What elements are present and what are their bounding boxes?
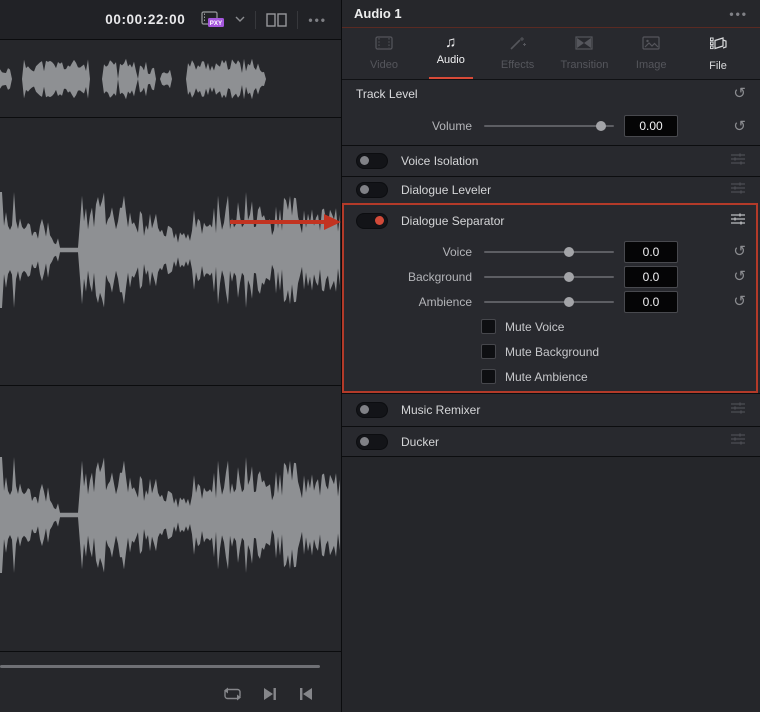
background-param-row: Background 0.0 ↺ <box>342 264 760 289</box>
inspector-panel: Audio 1 ••• Video ♫ Audio Effects Transi… <box>342 0 760 712</box>
reset-ambience-icon[interactable]: ↺ <box>733 294 746 309</box>
waveform-track-2 <box>0 457 340 573</box>
mute-voice-row: Mute Voice <box>342 314 760 339</box>
magic-wand-icon <box>509 36 527 55</box>
reset-voice-icon[interactable]: ↺ <box>733 244 746 259</box>
dialogue-separator-label: Dialogue Separator <box>401 214 505 228</box>
dialogue-leveler-toggle[interactable] <box>356 182 388 198</box>
volume-row: Volume 0.00 ↺ <box>342 107 760 145</box>
voice-label: Voice <box>442 244 472 259</box>
inspector-options-icon[interactable]: ••• <box>729 7 748 21</box>
dialogue-leveler-row: Dialogue Leveler <box>342 177 760 203</box>
dual-viewer-icon[interactable] <box>266 12 288 27</box>
file-clip-icon <box>709 36 727 56</box>
video-icon <box>375 36 393 55</box>
music-note-icon: ♫ <box>445 34 457 51</box>
audio-track-2[interactable] <box>0 386 341 652</box>
tab-file[interactable]: File <box>686 28 750 79</box>
inspector-empty-area <box>342 457 760 710</box>
background-value-field[interactable]: 0.0 <box>624 265 678 288</box>
customize-sliders-icon[interactable] <box>730 432 746 451</box>
reset-section-icon[interactable]: ↺ <box>733 86 746 101</box>
background-label: Background <box>407 269 472 284</box>
timecode-display: 00:00:22:00 <box>105 12 186 27</box>
voice-slider[interactable] <box>484 246 614 258</box>
ducker-toggle[interactable] <box>356 433 388 450</box>
audio-track-1[interactable] <box>0 118 341 386</box>
mute-background-label: Mute Background <box>505 344 600 359</box>
volume-slider[interactable] <box>484 120 614 132</box>
voice-value-field[interactable]: 0.0 <box>624 240 678 263</box>
ambience-value-field[interactable]: 0.0 <box>624 290 678 313</box>
customize-sliders-icon[interactable] <box>730 401 746 420</box>
proxy-label: PXY <box>210 20 223 27</box>
customize-sliders-icon[interactable] <box>730 152 746 171</box>
tab-transition[interactable]: Transition <box>552 28 616 79</box>
track-level-header: Track Level ↺ <box>342 80 760 107</box>
transport-controls <box>0 680 341 712</box>
volume-value-field[interactable]: 0.00 <box>624 115 678 137</box>
mute-voice-checkbox[interactable] <box>481 319 496 334</box>
customize-sliders-icon[interactable] <box>730 181 746 200</box>
scrollbar-thumb[interactable] <box>0 665 320 668</box>
loop-playback-icon[interactable] <box>222 686 242 702</box>
mute-ambience-label: Mute Ambience <box>505 369 588 384</box>
ambience-param-row: Ambience 0.0 ↺ <box>342 289 760 314</box>
toolbar-divider <box>297 10 299 29</box>
timeline-pane: 00:00:22:00 PXY ••• <box>0 0 342 712</box>
dialogue-separator-section: Dialogue Separator Voice 0.0 ↺ Backgroun… <box>342 203 760 393</box>
voice-param-row: Voice 0.0 ↺ <box>342 239 760 264</box>
music-remixer-label: Music Remixer <box>401 403 481 417</box>
voice-isolation-toggle[interactable] <box>356 153 388 169</box>
inspector-header: Audio 1 ••• <box>342 0 760 28</box>
mute-background-checkbox[interactable] <box>481 344 496 359</box>
transition-icon <box>575 36 593 55</box>
waveform-compact <box>0 58 340 100</box>
ambience-slider[interactable] <box>484 296 614 308</box>
annotation-arrow <box>230 214 341 230</box>
mute-ambience-row: Mute Ambience <box>342 364 760 389</box>
waveform-track-1 <box>0 192 340 308</box>
toolbar-divider <box>255 10 257 29</box>
viewer-toolbar: 00:00:22:00 PXY ••• <box>0 0 341 40</box>
viewer-options-icon[interactable]: ••• <box>308 13 327 27</box>
tab-audio[interactable]: ♫ Audio <box>419 28 483 79</box>
image-icon <box>642 36 660 55</box>
reset-background-icon[interactable]: ↺ <box>733 269 746 284</box>
mute-background-row: Mute Background <box>342 339 760 364</box>
mute-ambience-checkbox[interactable] <box>481 369 496 384</box>
volume-label: Volume <box>431 119 472 133</box>
tab-image[interactable]: Image <box>619 28 683 79</box>
ducker-row: Ducker <box>342 427 760 456</box>
music-remixer-row: Music Remixer <box>342 394 760 426</box>
chevron-down-icon[interactable] <box>235 16 245 23</box>
customize-sliders-icon[interactable] <box>730 212 746 231</box>
music-remixer-toggle[interactable] <box>356 402 388 418</box>
davinci-audio-inspector-view: 00:00:22:00 PXY ••• Audio 1 ••• Video ♫ … <box>0 0 760 712</box>
inspector-title: Audio 1 <box>354 6 402 21</box>
dialogue-separator-toggle[interactable] <box>356 213 388 229</box>
mute-voice-label: Mute Voice <box>505 319 565 334</box>
audio-track-compact[interactable] <box>0 41 341 118</box>
ambience-label: Ambience <box>418 294 472 309</box>
background-slider[interactable] <box>484 271 614 283</box>
tab-video[interactable]: Video <box>352 28 416 79</box>
previous-frame-icon[interactable] <box>296 686 316 702</box>
reset-volume-icon[interactable]: ↺ <box>733 119 746 134</box>
proxy-badge-icon[interactable]: PXY <box>201 11 225 28</box>
track-level-title: Track Level <box>356 86 418 101</box>
voice-isolation-row: Voice Isolation <box>342 146 760 176</box>
timeline-scrollbar[interactable] <box>0 663 341 671</box>
ducker-label: Ducker <box>401 434 440 449</box>
tab-effects[interactable]: Effects <box>486 28 550 79</box>
next-frame-icon[interactable] <box>260 686 280 702</box>
voice-isolation-label: Voice Isolation <box>401 154 479 168</box>
inspector-tabbar: Video ♫ Audio Effects Transition Image F… <box>342 28 760 80</box>
dialogue-separator-row: Dialogue Separator <box>342 203 760 239</box>
dialogue-leveler-label: Dialogue Leveler <box>401 183 492 197</box>
